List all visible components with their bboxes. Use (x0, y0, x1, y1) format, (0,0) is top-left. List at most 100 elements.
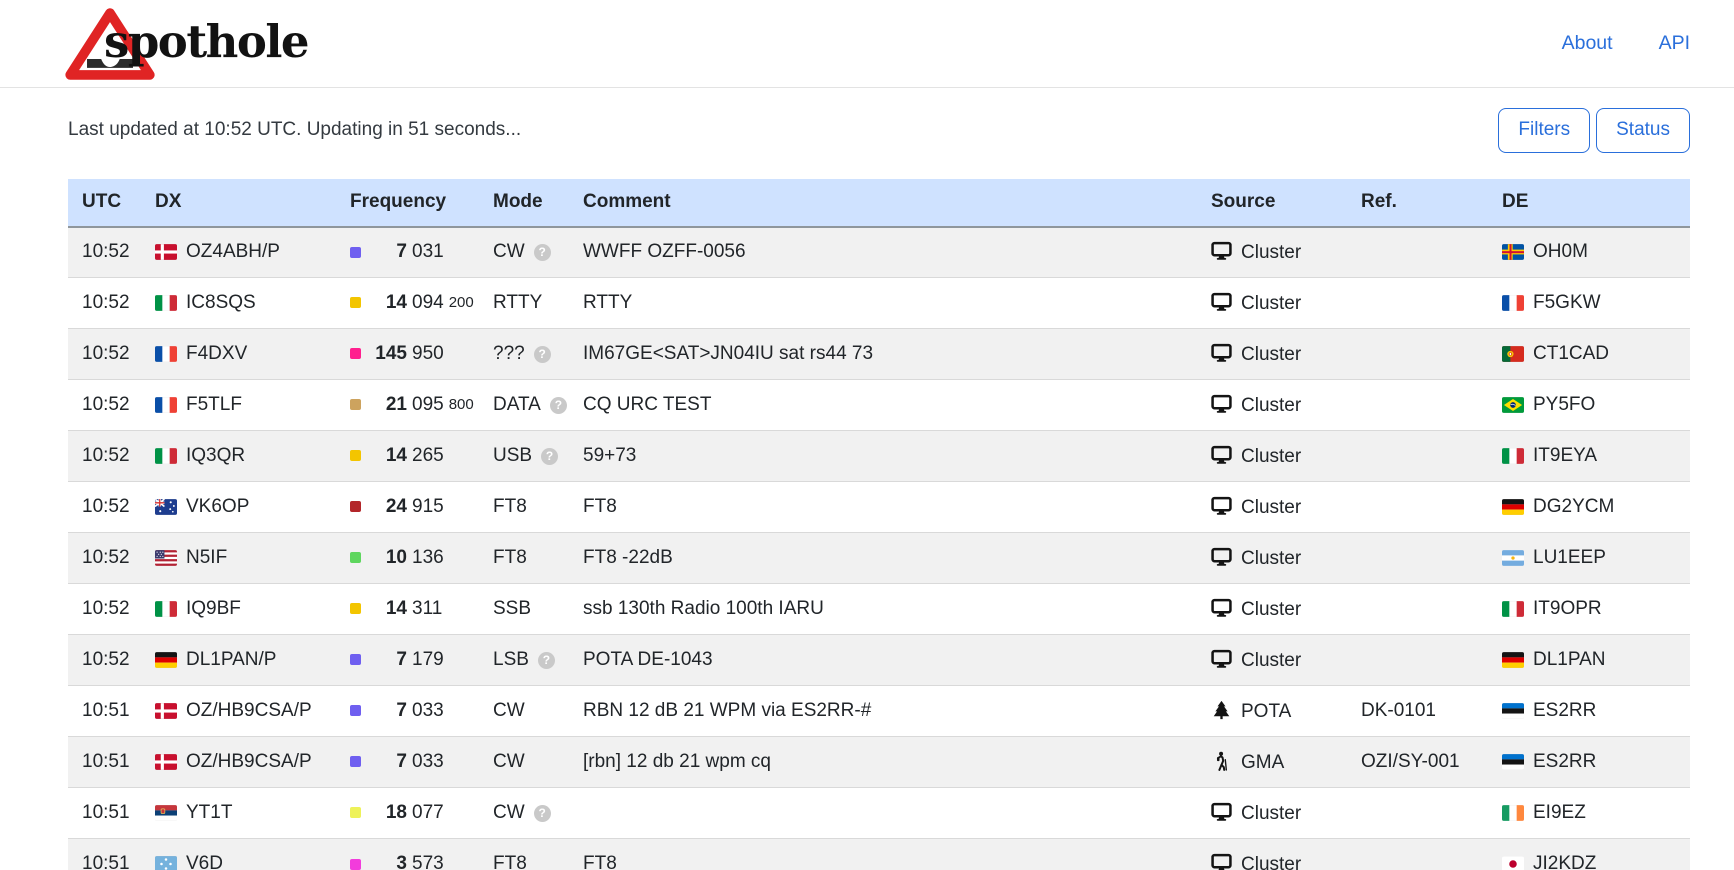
comment-cell: IM67GE<SAT>JN04IU sat rs44 73 (583, 329, 1211, 380)
frequency-value: 7179 (350, 649, 444, 671)
comment-cell: 59+73 (583, 431, 1211, 482)
mode-help-icon[interactable]: ? (538, 652, 555, 669)
source-label: Cluster (1241, 293, 1301, 314)
source-label: Cluster (1241, 344, 1301, 365)
italy-flag-icon (155, 598, 186, 619)
italy-flag-icon (1502, 445, 1533, 466)
spot-row: 10:51V6D3573FT8FT8ClusterJI2KDZ (68, 839, 1690, 870)
frequency-value: 21095800 (350, 394, 474, 416)
mode-help-icon[interactable]: ? (534, 244, 551, 261)
source-label: POTA (1241, 701, 1291, 722)
dx-callsign: YT1T (186, 802, 232, 823)
band-indicator-icon (350, 450, 361, 461)
mode-help-icon[interactable]: ? (541, 448, 558, 465)
table-header-row: UTCDXFrequencyModeCommentSourceRef.DE (68, 179, 1690, 227)
mode-help-icon[interactable]: ? (550, 397, 567, 414)
top-nav: About API (1562, 32, 1690, 55)
brazil-flag-icon (1502, 394, 1533, 415)
band-indicator-icon (350, 859, 361, 870)
logo[interactable]: spothole (64, 6, 308, 82)
monitor-icon (1211, 547, 1232, 567)
spot-row: 10:52N5IF10136FT8FT8 -22dBClusterLU1EEP (68, 533, 1690, 584)
comment-cell: FT8 -22dB (583, 533, 1211, 584)
denmark-flag-icon (155, 751, 186, 772)
nav-about[interactable]: About (1562, 32, 1613, 55)
frequency-value: 24915 (350, 496, 444, 518)
de-callsign: F5GKW (1533, 292, 1601, 313)
de-callsign: ES2RR (1533, 751, 1596, 772)
de-callsign: JI2KDZ (1533, 853, 1596, 870)
site-header: spothole About API (0, 0, 1734, 88)
de-callsign: PY5FO (1533, 394, 1595, 415)
band-indicator-icon (350, 654, 361, 665)
ref-cell (1361, 788, 1502, 839)
mode-label: LSB (493, 649, 529, 670)
source-label: Cluster (1241, 395, 1301, 416)
aland-flag-icon (1502, 241, 1533, 262)
mode-label: ??? (493, 343, 525, 364)
spot-row: 10:52F5TLF21095800DATA?CQ URC TESTCluste… (68, 380, 1690, 431)
de-callsign: ES2RR (1533, 700, 1596, 721)
column-header-de: DE (1502, 179, 1690, 227)
band-indicator-icon (350, 807, 361, 818)
dx-callsign: F4DXV (186, 343, 247, 364)
frequency-value: 14265 (350, 445, 444, 467)
ref-cell (1361, 431, 1502, 482)
source-label: Cluster (1241, 446, 1301, 467)
de-callsign: LU1EEP (1533, 547, 1606, 568)
france-flag-icon (155, 343, 186, 364)
ireland-flag-icon (1502, 802, 1533, 823)
tree-icon (1211, 700, 1232, 720)
ref-cell: OZI/SY-001 (1361, 737, 1502, 788)
source-label: Cluster (1241, 548, 1301, 569)
monitor-icon (1211, 802, 1232, 822)
utc-cell: 10:52 (68, 227, 155, 278)
source-label: GMA (1241, 752, 1284, 773)
de-callsign: EI9EZ (1533, 802, 1586, 823)
italy-flag-icon (155, 445, 186, 466)
utc-cell: 10:51 (68, 686, 155, 737)
source-label: Cluster (1241, 854, 1301, 870)
frequency-value: 7031 (350, 241, 444, 263)
utc-cell: 10:52 (68, 380, 155, 431)
dx-callsign: IQ3QR (186, 445, 245, 466)
mode-help-icon[interactable]: ? (534, 805, 551, 822)
comment-cell: POTA DE-1043 (583, 635, 1211, 686)
status-button[interactable]: Status (1596, 108, 1690, 153)
ref-cell: DK-0101 (1361, 686, 1502, 737)
ref-cell (1361, 839, 1502, 870)
mode-label: CW (493, 241, 525, 262)
band-indicator-icon (350, 603, 361, 614)
utc-cell: 10:52 (68, 329, 155, 380)
dx-callsign: N5IF (186, 547, 227, 568)
source-label: Cluster (1241, 599, 1301, 620)
band-indicator-icon (350, 552, 361, 563)
dx-callsign: VK6OP (186, 496, 249, 517)
source-label: Cluster (1241, 242, 1301, 263)
filters-button[interactable]: Filters (1498, 108, 1590, 153)
italy-flag-icon (1502, 598, 1533, 619)
column-header-dx: DX (155, 179, 350, 227)
de-callsign: DL1PAN (1533, 649, 1606, 670)
de-callsign: DG2YCM (1533, 496, 1614, 517)
spot-row: 10:51OZ/HB9CSA/P7033CW[rbn] 12 db 21 wpm… (68, 737, 1690, 788)
nav-api[interactable]: API (1659, 32, 1690, 55)
monitor-icon (1211, 598, 1232, 618)
utc-cell: 10:52 (68, 635, 155, 686)
ref-cell (1361, 380, 1502, 431)
mode-label: FT8 (493, 547, 527, 568)
mode-help-icon[interactable]: ? (534, 346, 551, 363)
comment-cell (583, 788, 1211, 839)
comment-cell: FT8 (583, 839, 1211, 870)
denmark-flag-icon (155, 700, 186, 721)
column-header-mode: Mode (493, 179, 583, 227)
band-indicator-icon (350, 348, 361, 359)
dx-callsign: F5TLF (186, 394, 242, 415)
denmark-flag-icon (155, 241, 186, 262)
column-header-utc: UTC (68, 179, 155, 227)
frequency-value: 14311 (350, 598, 442, 620)
monitor-icon (1211, 394, 1232, 414)
spot-row: 10:52IQ9BF14311SSBssb 130th Radio 100th … (68, 584, 1690, 635)
source-label: Cluster (1241, 650, 1301, 671)
spot-row: 10:52OZ4ABH/P7031CW?WWFF OZFF-0056Cluste… (68, 227, 1690, 278)
